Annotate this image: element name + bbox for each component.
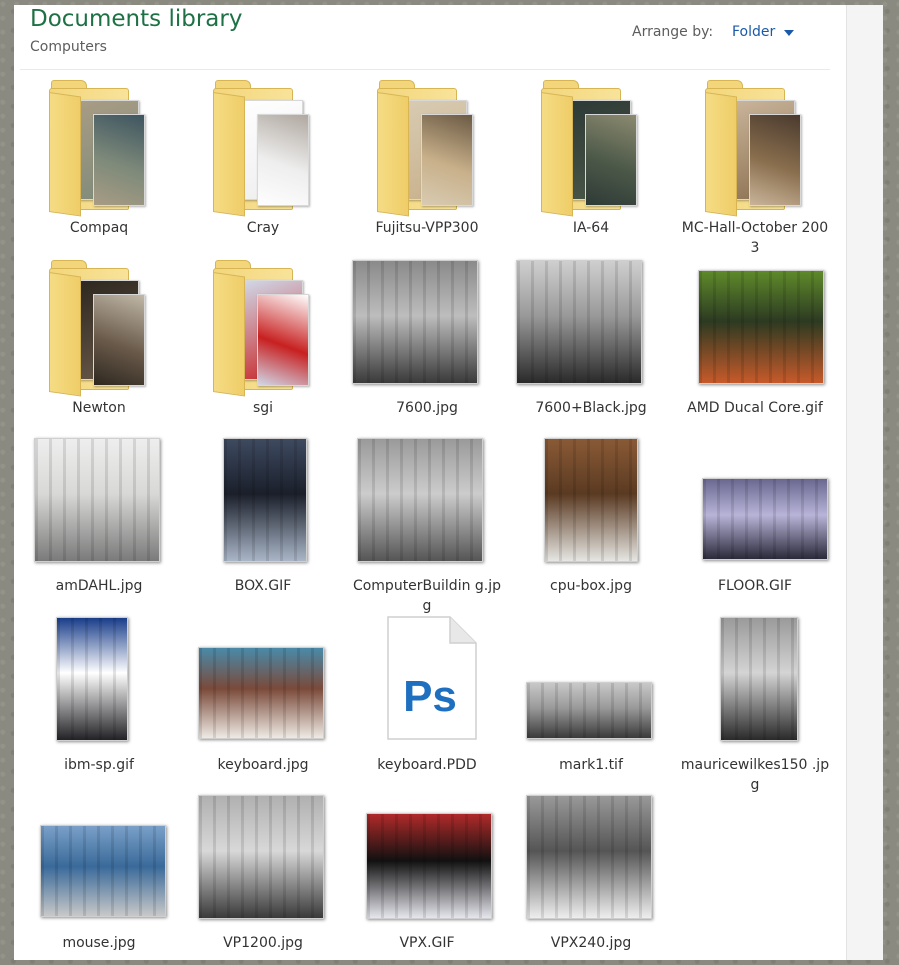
file-item-keyboard-jpg[interactable]: keyboard.jpg xyxy=(188,617,338,787)
file-item-7600-black-jpg[interactable]: 7600+Black.jpg xyxy=(516,260,666,430)
file-label: VP1200.jpg xyxy=(223,935,303,951)
library-title: Documents library xyxy=(30,6,243,32)
file-item-mauricewilkes150-jpg[interactable]: mauricewilkes150 .jpg xyxy=(680,617,830,793)
file-item-mark1-tif[interactable]: mark1.tif xyxy=(516,617,666,787)
file-label: cpu-box.jpg xyxy=(550,578,632,594)
file-label: amDAHL.jpg xyxy=(55,578,143,594)
file-label: ComputerBuildin g.jpg xyxy=(352,578,502,614)
file-label: Compaq xyxy=(69,220,129,236)
explorer-content-pane: Documents library Computers Arrange by: … xyxy=(14,5,846,960)
image-thumbnail xyxy=(198,647,324,739)
file-item-ia-64[interactable]: IA-64 xyxy=(516,80,666,250)
svg-text:Ps: Ps xyxy=(403,672,457,721)
file-item-ibm-sp-gif[interactable]: ibm-sp.gif xyxy=(24,617,174,787)
image-thumbnail xyxy=(698,270,824,384)
file-label: BOX.GIF xyxy=(234,578,292,594)
file-item-newton[interactable]: Newton xyxy=(24,260,174,430)
library-subtitle: Computers xyxy=(30,39,107,55)
image-thumbnail xyxy=(516,260,642,384)
file-item-7600-jpg[interactable]: 7600.jpg xyxy=(352,260,502,430)
vertical-scrollbar[interactable] xyxy=(846,5,883,960)
image-thumbnail xyxy=(366,813,492,919)
image-thumbnail xyxy=(702,478,828,560)
file-item-vpx240-jpg[interactable]: VPX240.jpg xyxy=(516,795,666,965)
file-label: mouse.jpg xyxy=(62,935,136,951)
image-thumbnail xyxy=(56,617,128,741)
file-label: keyboard.PDD xyxy=(377,757,477,773)
file-label: 7600+Black.jpg xyxy=(535,400,647,416)
file-label: Cray xyxy=(246,220,280,236)
file-label: FLOOR.GIF xyxy=(717,578,793,594)
file-item-floor-gif[interactable]: FLOOR.GIF xyxy=(680,438,830,608)
file-label: keyboard.jpg xyxy=(217,757,309,773)
image-thumbnail xyxy=(198,795,324,919)
file-label: VPX.GIF xyxy=(399,935,455,951)
file-label: Fujitsu-VPP300 xyxy=(375,220,479,236)
image-thumbnail xyxy=(544,438,638,562)
arrange-by-label: Arrange by: xyxy=(632,24,714,40)
folder-icon xyxy=(213,260,323,397)
image-thumbnail xyxy=(352,260,478,384)
file-item-mc-hall-october-2003[interactable]: MC-Hall-October 2003 xyxy=(680,80,830,256)
file-label: sgi xyxy=(252,400,274,416)
folder-icon xyxy=(49,80,159,217)
file-item-cray[interactable]: Cray xyxy=(188,80,338,250)
file-item-keyboard-pdd[interactable]: Ps keyboard.PDD xyxy=(352,616,502,787)
file-label: mauricewilkes150 .jpg xyxy=(680,757,830,793)
folder-icon xyxy=(49,260,159,397)
file-label: 7600.jpg xyxy=(396,400,458,416)
file-label: mark1.tif xyxy=(559,757,623,773)
file-label: Newton xyxy=(72,400,126,416)
file-item-mouse-jpg[interactable]: mouse.jpg xyxy=(24,795,174,965)
file-item-fujitsu-vpp300[interactable]: Fujitsu-VPP300 xyxy=(352,80,502,250)
file-item-compaq[interactable]: Compaq xyxy=(24,80,174,250)
folder-icon xyxy=(213,80,323,217)
folder-icon xyxy=(705,80,815,217)
file-item-vpx-gif[interactable]: VPX.GIF xyxy=(352,795,502,965)
image-thumbnail xyxy=(720,617,798,741)
folder-icon xyxy=(377,80,487,217)
file-item-sgi[interactable]: sgi xyxy=(188,260,338,430)
image-thumbnail xyxy=(223,438,307,562)
file-item-cpu-box-jpg[interactable]: cpu-box.jpg xyxy=(516,438,666,608)
image-thumbnail xyxy=(357,438,483,562)
arrange-by-dropdown[interactable]: Folder xyxy=(732,24,775,40)
file-label: ibm-sp.gif xyxy=(64,757,134,773)
chevron-down-icon[interactable] xyxy=(784,30,794,36)
image-thumbnail xyxy=(34,438,160,562)
image-thumbnail xyxy=(40,825,166,917)
image-thumbnail xyxy=(526,795,652,919)
file-item-vp1200-jpg[interactable]: VP1200.jpg xyxy=(188,795,338,965)
photoshop-file-icon: Ps xyxy=(387,616,477,740)
file-label: AMD Ducal Core.gif xyxy=(687,400,823,416)
file-item-box-gif[interactable]: BOX.GIF xyxy=(188,438,338,608)
file-label: VPX240.jpg xyxy=(550,935,632,951)
header-divider xyxy=(20,69,830,70)
file-item-computerbuildin-g-jpg[interactable]: ComputerBuildin g.jpg xyxy=(352,438,502,614)
file-label: MC-Hall-October 2003 xyxy=(681,220,829,256)
file-item-amd-ducal-core-gif[interactable]: AMD Ducal Core.gif xyxy=(680,260,830,430)
file-label: IA-64 xyxy=(572,220,610,236)
folder-icon xyxy=(541,80,651,217)
image-thumbnail xyxy=(526,682,652,739)
file-item-amdahl-jpg[interactable]: amDAHL.jpg xyxy=(24,438,174,608)
